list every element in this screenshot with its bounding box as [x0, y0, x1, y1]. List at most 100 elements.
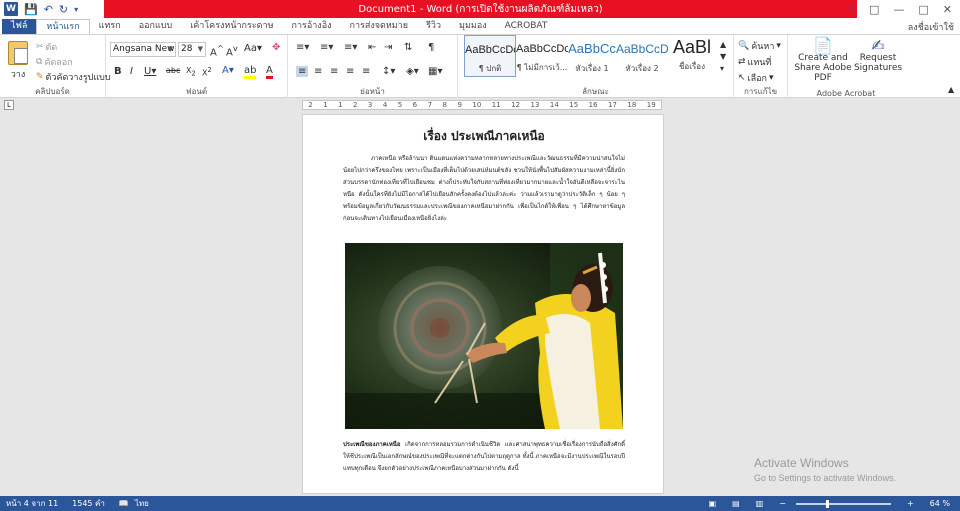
- strikethrough-icon[interactable]: abc: [166, 66, 180, 75]
- cut-button[interactable]: ✂ ตัด: [36, 40, 57, 54]
- font-size-box[interactable]: 28 ▼: [178, 42, 206, 57]
- style-heading1[interactable]: AaBbCc หัวเรื่อง 1: [566, 35, 618, 77]
- align-left-icon[interactable]: ≡: [296, 66, 309, 77]
- festival-photo[interactable]: [345, 243, 623, 429]
- zoom-out-button[interactable]: −: [779, 499, 786, 508]
- bold-icon[interactable]: B: [114, 66, 122, 77]
- line-spacing-icon[interactable]: ↕▾: [382, 66, 395, 77]
- font-name-box[interactable]: Angsana New ▼: [110, 42, 176, 57]
- web-layout-icon[interactable]: ▥: [756, 499, 764, 508]
- customize-qat-icon[interactable]: ▾: [74, 5, 78, 14]
- ruler-tick: 5: [397, 101, 403, 109]
- minimize-button[interactable]: —: [893, 3, 904, 16]
- italic-icon[interactable]: I: [130, 66, 133, 77]
- ribbon-display-icon[interactable]: □: [869, 3, 879, 16]
- undo-icon[interactable]: ↶: [44, 3, 53, 16]
- change-case-icon[interactable]: Aa▾: [244, 43, 262, 54]
- save-icon[interactable]: 💾: [24, 3, 38, 16]
- style-normal[interactable]: AaBbCcDc ¶ ปกติ: [464, 35, 516, 77]
- copy-button[interactable]: ⧉ คัดลอก: [36, 55, 73, 69]
- signin-link[interactable]: ลงชื่อเข้าใช้: [908, 20, 954, 34]
- highlight-icon[interactable]: ab: [244, 65, 257, 79]
- bullets-icon[interactable]: ≡▾: [296, 42, 309, 53]
- underline-icon[interactable]: U▾: [144, 66, 156, 77]
- language[interactable]: ไทย: [135, 497, 149, 510]
- shrink-font-icon[interactable]: Av: [226, 43, 238, 58]
- redo-icon[interactable]: ↻: [59, 3, 68, 16]
- read-mode-icon[interactable]: ▣: [709, 499, 717, 508]
- request-signatures-button[interactable]: ✍ Request Signatures: [854, 38, 902, 74]
- zoom-slider[interactable]: [795, 499, 891, 508]
- tab-file[interactable]: ไฟล์: [2, 19, 37, 35]
- tab-acrobat[interactable]: ACROBAT: [496, 19, 557, 35]
- help-icon[interactable]: ?: [849, 3, 855, 16]
- sort-icon[interactable]: ⇅: [404, 42, 412, 53]
- page-count[interactable]: หน้า 4 จาก 11: [6, 497, 58, 510]
- ruler-row: L 2 1 1 2 3 4 5 6 7 8 9 10 11 12 13 14 15 16 17 18 19: [0, 98, 960, 112]
- para2-bold-lead: ประเพณีของภาคเหนือ: [343, 441, 401, 448]
- document-page[interactable]: เรื่อง ประเพณีภาคเหนือ ภาคเหนือ หรือล้าน…: [302, 114, 664, 494]
- shading-icon[interactable]: ◈▾: [406, 66, 419, 77]
- zoom-level[interactable]: 64 %: [930, 499, 950, 508]
- tab-design[interactable]: ออกแบบ: [130, 19, 182, 35]
- font-color-icon[interactable]: A: [266, 65, 273, 79]
- justify-icon[interactable]: ≡: [346, 66, 354, 77]
- format-painter-button[interactable]: ✎ ตัวคัดวางรูปแบบ: [36, 70, 111, 84]
- style-no-spacing[interactable]: AaBbCcDc ¶ ไม่มีการเว้...: [516, 35, 568, 77]
- dancer-image: [345, 243, 623, 429]
- tab-layout[interactable]: เค้าโครงหน้ากระดาษ: [181, 19, 282, 35]
- decrease-indent-icon[interactable]: ⇤: [368, 42, 376, 53]
- tab-view[interactable]: มุมมอง: [450, 19, 496, 35]
- style-name: หัวเรื่อง 1: [575, 64, 609, 73]
- maximize-button[interactable]: □: [918, 3, 928, 16]
- horizontal-ruler[interactable]: 2 1 1 2 3 4 5 6 7 8 9 10 11 12 13 14 15 16 17 18 19: [302, 100, 662, 110]
- ruler-tick: 8: [442, 101, 447, 109]
- replace-icon: ⇄: [738, 57, 746, 67]
- align-center-icon[interactable]: ≡: [314, 66, 322, 77]
- clipboard-group-label: คลิปบอร์ด: [35, 87, 70, 96]
- superscript-icon[interactable]: X2: [202, 66, 212, 78]
- grow-font-icon[interactable]: A^: [210, 43, 224, 58]
- styles-scroll-icon[interactable]: ▲ ▼ ▾: [720, 39, 726, 75]
- increase-indent-icon[interactable]: ⇥: [384, 42, 392, 53]
- zoom-thumb[interactable]: [825, 499, 829, 508]
- paste-button[interactable]: วาง: [8, 41, 28, 81]
- clipboard-group: วาง ✂ ตัด ⧉ คัดลอก ✎ ตัวคัดวางรูปแบบ คลิปบอ…: [0, 35, 111, 99]
- style-sample: AaBbCc: [568, 41, 616, 56]
- pdf-icon: 📄: [813, 36, 833, 55]
- paragraph-group: ≡▾ ≡▾ ≡▾ ⇤ ⇥ ⇅ ¶ ≡ ≡ ≡ ≡ ≡ ↕▾ ◈▾ ▦▾ ย่อห…: [288, 35, 458, 99]
- distributed-icon[interactable]: ≡: [362, 66, 370, 77]
- style-title[interactable]: AaBl ชื่อเรื่อง: [666, 35, 718, 77]
- select-button[interactable]: ↖ เลือก ▾: [738, 71, 774, 85]
- text-effects-icon[interactable]: A▾: [222, 65, 234, 76]
- tab-references[interactable]: การอ้างอิง: [283, 19, 341, 35]
- find-button[interactable]: 🔍 ค้นหา ▾: [738, 39, 781, 53]
- ruler-tick: 4: [382, 101, 388, 109]
- paste-icon: [8, 41, 28, 65]
- create-pdf-button[interactable]: 📄 Create and Share Adobe PDF: [790, 36, 856, 84]
- tab-mailings[interactable]: การส่งจดหมาย: [341, 19, 418, 35]
- print-layout-icon[interactable]: ▤: [732, 499, 740, 508]
- align-right-icon[interactable]: ≡: [330, 66, 338, 77]
- tab-selector-icon[interactable]: L: [4, 100, 14, 110]
- close-button[interactable]: ✕: [943, 3, 952, 16]
- replace-button[interactable]: ⇄ แทนที่: [738, 55, 771, 69]
- tab-insert[interactable]: แทรก: [90, 19, 130, 35]
- proofing-icon[interactable]: 📖: [119, 499, 129, 508]
- tab-home[interactable]: หน้าแรก: [36, 19, 90, 35]
- word-count[interactable]: 1545 คำ: [72, 497, 105, 510]
- collapse-ribbon-icon[interactable]: ▲: [948, 85, 954, 94]
- style-heading2[interactable]: AaBbCcD หัวเรื่อง 2: [616, 35, 668, 77]
- show-marks-icon[interactable]: ¶: [428, 42, 434, 53]
- multilevel-list-icon[interactable]: ≡▾: [344, 42, 357, 53]
- tab-review[interactable]: รีวิว: [417, 19, 450, 35]
- copy-icon: ⧉: [36, 57, 43, 67]
- borders-icon[interactable]: ▦▾: [428, 66, 442, 77]
- style-sample: AaBbCcDc: [516, 43, 568, 55]
- subscript-icon[interactable]: X2: [186, 66, 196, 78]
- zoom-in-button[interactable]: +: [907, 499, 914, 508]
- clear-formatting-icon[interactable]: ✥: [272, 42, 280, 53]
- acrobat-group: 📄 Create and Share Adobe PDF ✍ Request S…: [788, 35, 904, 99]
- numbering-icon[interactable]: ≡▾: [320, 42, 333, 53]
- cursor-icon: ↖: [738, 73, 746, 83]
